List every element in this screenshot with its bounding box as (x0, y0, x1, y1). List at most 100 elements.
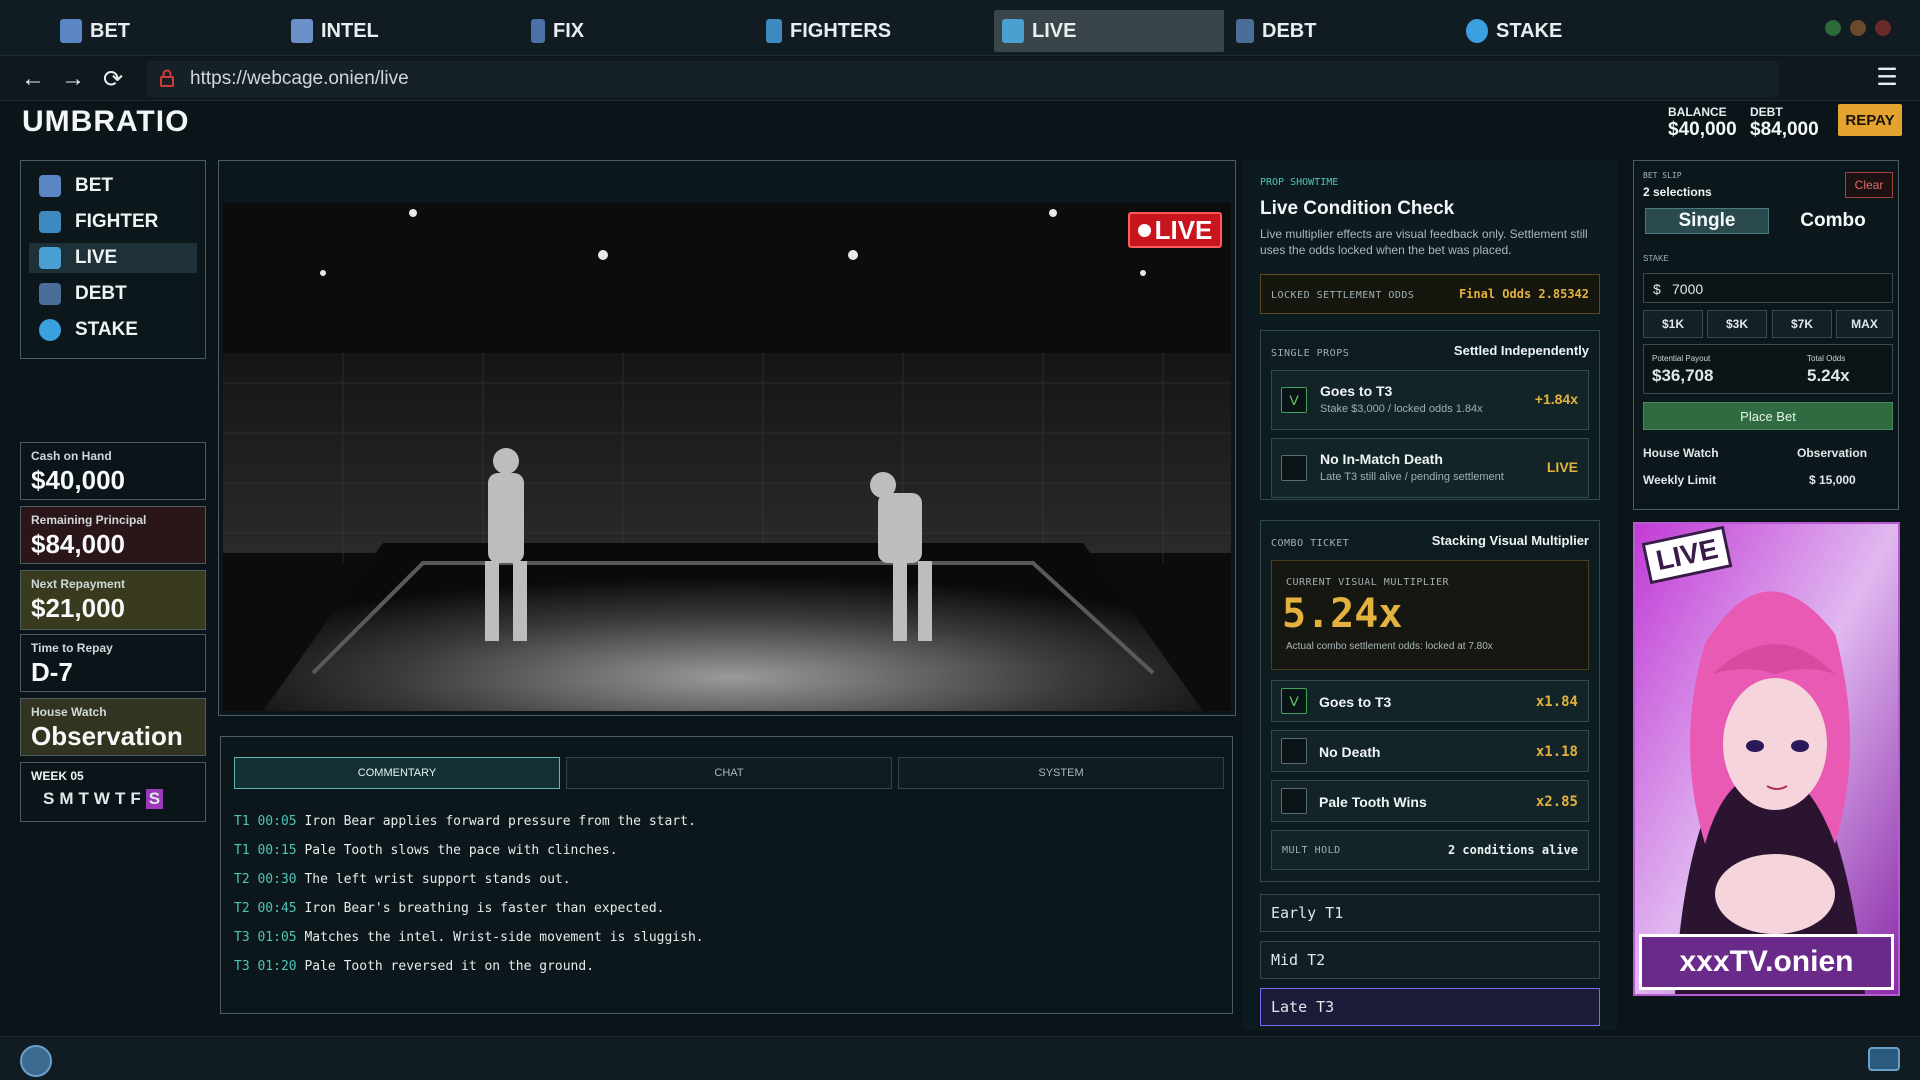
pie-icon (39, 319, 61, 341)
address-bar: ← → ⟳ https://webcage.onien/live ☰ (0, 57, 1920, 101)
time-value: D-7 (31, 657, 73, 687)
dice-icon (39, 175, 61, 197)
quick-stake-7k[interactable]: $7K (1772, 310, 1832, 338)
prop-description: Live multiplier effects are visual feedb… (1260, 227, 1588, 257)
live-badge: LIVE (1128, 212, 1222, 248)
menu-icon[interactable]: ☰ (1872, 63, 1902, 92)
checkbox-checked[interactable]: V (1281, 688, 1307, 714)
chat-icon[interactable] (1868, 1047, 1900, 1071)
prop-title: Live Condition Check (1260, 198, 1455, 219)
limit-label: Weekly Limit (1643, 473, 1717, 487)
camera-icon (1002, 19, 1024, 43)
debt-icon (39, 283, 61, 305)
day-fri: F (130, 789, 141, 808)
checkbox-checked[interactable]: V (1281, 387, 1307, 413)
debt-value: $84,000 (1750, 119, 1819, 140)
day-mon: M (59, 789, 74, 808)
house-watch-card: House Watch Observation (20, 698, 206, 756)
tab-live[interactable]: LIVE (994, 10, 1224, 52)
fighter-icon (39, 211, 61, 233)
combo-toggle[interactable]: Combo (1773, 208, 1893, 234)
tab-debt[interactable]: DEBT (1228, 10, 1324, 52)
tab-chat[interactable]: CHAT (566, 757, 892, 789)
forward-button[interactable]: → (58, 65, 88, 93)
watch-label: House Watch (1643, 446, 1719, 460)
principal-value: $84,000 (31, 529, 125, 559)
locked-odds-value: Final Odds 2.85342 (1458, 287, 1589, 301)
clear-button[interactable]: Clear (1845, 172, 1893, 198)
quick-stake-3k[interactable]: $3K (1707, 310, 1767, 338)
tab-commentary[interactable]: COMMENTARY (234, 757, 560, 789)
day-sun: S (43, 789, 55, 808)
stake-label: STAKE (1643, 254, 1669, 263)
sidebar-item-stake[interactable]: STAKE (29, 315, 197, 345)
close-button[interactable] (1875, 20, 1891, 36)
combo-row[interactable]: V Goes to T3 x1.84 (1271, 680, 1589, 722)
commentary-line: T1 00:05 Iron Bear applies forward press… (234, 814, 696, 829)
limit-value: $ 15,000 (1809, 473, 1856, 487)
time-card: Time to Repay D-7 (20, 634, 206, 692)
sidebar-item-live[interactable]: LIVE (29, 243, 197, 273)
single-toggle[interactable]: Single (1645, 208, 1769, 234)
day-wed: W (93, 789, 110, 808)
ad-illustration (1635, 524, 1898, 994)
combo-row[interactable]: No Death x1.18 (1271, 730, 1589, 772)
tab-stake[interactable]: STAKE (1458, 10, 1570, 52)
phase-late-t3[interactable]: Late T3 (1260, 988, 1600, 1026)
place-bet-button[interactable]: Place Bet (1643, 402, 1893, 430)
single-prop-row[interactable]: No In-Match Death Late T3 still alive / … (1271, 438, 1589, 498)
single-prop-row[interactable]: V Goes to T3 Stake $3,000 / locked odds … (1271, 370, 1589, 430)
bet-slip-panel: BET SLIP 2 selections Clear Single Combo… (1633, 160, 1899, 510)
house-watch-value: Observation (31, 721, 183, 751)
live-video-frame[interactable] (223, 203, 1231, 711)
repay-button[interactable]: REPAY (1838, 104, 1902, 136)
multiplier-box: CURRENT VISUAL MULTIPLIER 5.24x Actual c… (1271, 560, 1589, 670)
payout-value: $36,708 (1652, 366, 1714, 385)
payout-box: Potential Payout $36,708 Total Odds 5.24… (1643, 344, 1893, 394)
tab-bet[interactable]: BET (52, 10, 138, 52)
repayment-value: $21,000 (31, 593, 125, 623)
sidebar-item-bet[interactable]: BET (29, 171, 197, 201)
quick-stake-1k[interactable]: $1K (1643, 310, 1703, 338)
fix-icon (531, 19, 545, 43)
slip-count: 2 selections (1643, 185, 1712, 199)
repayment-card: Next Repayment $21,000 (20, 570, 206, 630)
tab-fighters[interactable]: FIGHTERS (758, 10, 899, 52)
maximize-button[interactable] (1825, 20, 1841, 36)
camera-icon (39, 247, 61, 269)
prop-kicker: PROP SHOWTIME (1260, 177, 1339, 188)
commentary-line: T3 01:20 Pale Tooth reversed it on the g… (234, 959, 595, 974)
week-card: WEEK 05 S M T W T F S (20, 762, 206, 822)
combo-row[interactable]: Pale Tooth Wins x2.85 (1271, 780, 1589, 822)
quick-stake-max[interactable]: MAX (1836, 310, 1893, 338)
debt-icon (1236, 19, 1254, 43)
sidebar-item-debt[interactable]: DEBT (29, 279, 197, 309)
tab-fix[interactable]: FIX (523, 10, 592, 52)
phase-early-t1[interactable]: Early T1 (1260, 894, 1600, 932)
tab-intel[interactable]: INTEL (283, 10, 387, 52)
checkbox-unchecked[interactable] (1281, 455, 1307, 481)
balance-label: BALANCE (1668, 105, 1727, 119)
ad-banner[interactable]: LIVE xxxTV.onien (1633, 522, 1900, 996)
day-tue: T (78, 789, 89, 808)
phase-mid-t2[interactable]: Mid T2 (1260, 941, 1600, 979)
minimize-button[interactable] (1850, 20, 1866, 36)
app-header: UMBRATIO BALANCE $40,000 DEBT $84,000 RE… (0, 101, 1920, 143)
balance-value: $40,000 (1668, 119, 1737, 140)
stake-input[interactable]: $ 7000 (1643, 273, 1893, 303)
back-button[interactable]: ← (18, 65, 48, 93)
sidebar-item-fighter[interactable]: FIGHTER (29, 207, 197, 237)
multiplier-value: 5.24x (1282, 591, 1403, 637)
lock-icon (160, 69, 174, 87)
commentary-line: T2 00:30 The left wrist support stands o… (234, 872, 571, 887)
reload-button[interactable]: ⟳ (98, 65, 128, 94)
week-days: S M T W T F S (31, 789, 195, 809)
brand-logo: UMBRATIO (22, 105, 190, 138)
cash-card: Cash on Hand $40,000 (20, 442, 206, 500)
globe-icon[interactable] (20, 1045, 52, 1077)
tab-system[interactable]: SYSTEM (898, 757, 1224, 789)
checkbox-unchecked[interactable] (1281, 788, 1307, 814)
url-input[interactable]: https://webcage.onien/live (146, 61, 1778, 97)
checkbox-unchecked[interactable] (1281, 738, 1307, 764)
slip-kicker: BET SLIP (1643, 171, 1682, 180)
